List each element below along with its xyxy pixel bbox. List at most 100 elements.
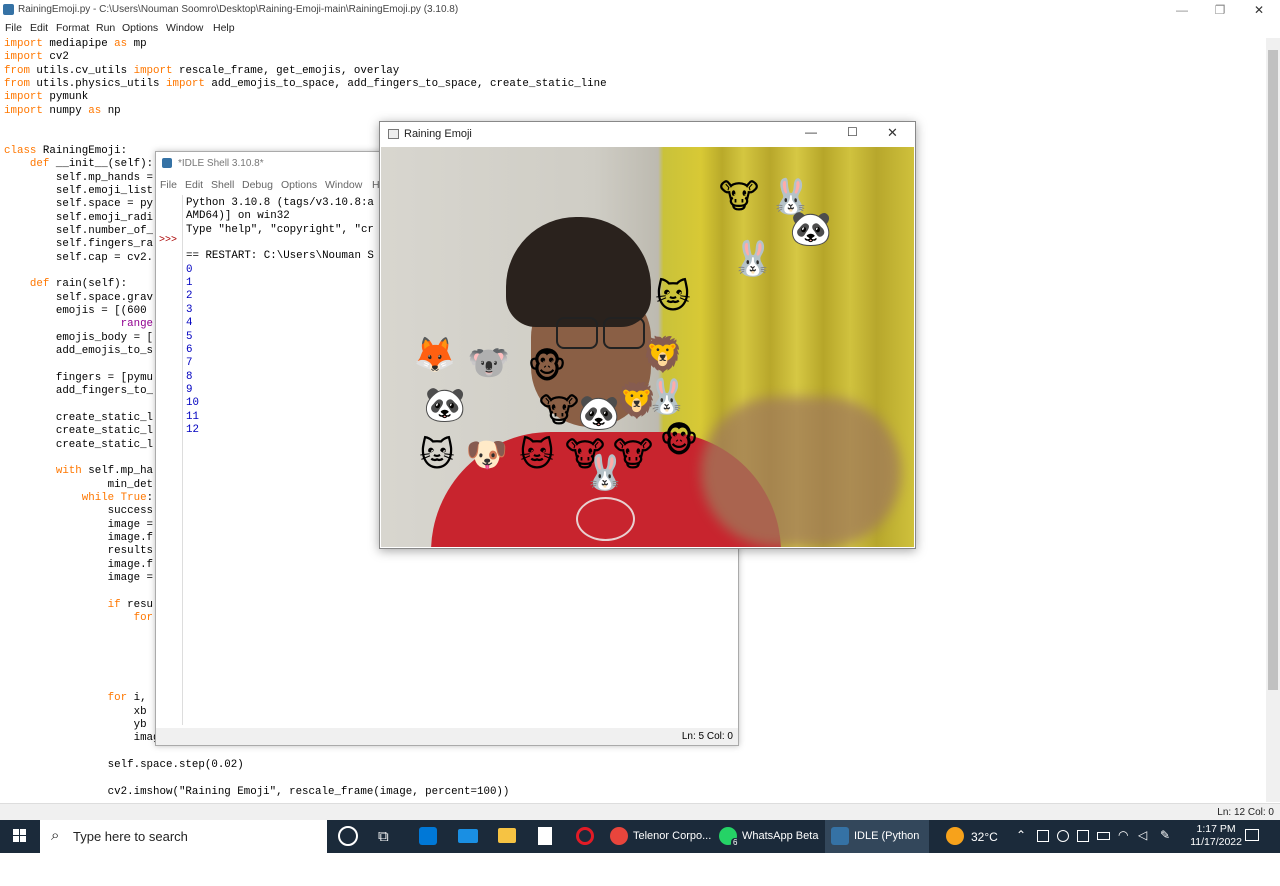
code-line[interactable]: image = [4,519,153,532]
editor-statusbar: Ln: 12 Col: 0 [0,803,1280,821]
shell-line: 0 [186,263,193,276]
code-line[interactable]: cv2.imshow("Raining Emoji", rescale_fram… [4,786,510,799]
code-line[interactable]: self.space = py [4,198,153,211]
menu-help[interactable]: Help [213,22,235,34]
taskbar-app-whatsapp[interactable]: WhatsApp Beta 6 [719,820,819,853]
code-line[interactable]: def __init__(self): [4,158,153,171]
close-icon[interactable]: ✕ [887,125,898,141]
code-line[interactable]: image = [4,572,153,585]
code-line[interactable]: create_static_l [4,412,153,425]
code-line[interactable]: import cv2 [4,51,69,64]
minimize-icon[interactable]: — [805,125,817,139]
code-line[interactable]: self.mp_hands = [4,172,153,185]
code-line[interactable]: self.cap = cv2. [4,252,153,265]
minimize-icon[interactable]: — [1163,0,1201,20]
restore-icon[interactable]: ❐ [1201,0,1239,20]
code-line[interactable]: import mediapipe as mp [4,38,147,51]
code-line[interactable]: for i, [4,692,147,705]
menu-run[interactable]: Run [96,22,115,34]
editor-scrollbar-thumb[interactable] [1268,50,1278,690]
code-line[interactable]: emojis_body = [ [4,332,153,345]
shell-menu-debug[interactable]: Debug [242,179,273,191]
code-line[interactable]: self.space.step(0.02) [4,759,244,772]
blank-document-icon[interactable] [538,827,552,845]
shell-menu-shell[interactable]: Shell [211,179,234,191]
maximize-icon[interactable]: ☐ [847,125,858,139]
tray-app-icon[interactable] [1037,830,1049,842]
pen-icon[interactable]: ✎ [1160,828,1170,842]
menu-format[interactable]: Format [56,22,89,34]
taskbar-app-idle[interactable]: IDLE (Python 3.... [825,820,929,875]
close-icon[interactable]: ✕ [1240,0,1278,20]
window-app-icon [388,129,399,139]
code-line[interactable]: import pymunk [4,91,88,104]
shell-menu-edit[interactable]: Edit [185,179,203,191]
battery-icon[interactable] [1097,832,1110,840]
code-line[interactable]: while True: [4,492,153,505]
cat-emoji: 🐱 [519,435,555,475]
code-line[interactable]: min_det [4,479,153,492]
code-line[interactable]: add_fingers_to_ [4,385,153,398]
code-line[interactable]: class RainingEmoji: [4,145,127,158]
shell-menu-file[interactable]: File [160,179,177,191]
menu-window[interactable]: Window [166,22,203,34]
code-line[interactable]: xb [4,706,147,719]
wifi-icon[interactable]: ◠ [1118,828,1128,842]
tray-security-icon[interactable] [1077,830,1089,842]
mail-icon[interactable] [458,829,478,843]
shell-line: 2 [186,290,193,303]
menu-options[interactable]: Options [122,22,158,34]
code-line[interactable]: with self.mp_ha [4,465,153,478]
volume-icon[interactable]: ◁ [1138,828,1147,842]
start-button[interactable] [0,820,40,853]
shell-line: 9 [186,383,193,396]
notifications-icon[interactable] [1245,829,1259,841]
code-line[interactable]: emojis = [(600 [4,305,147,318]
code-line[interactable]: fingers = [pymu [4,372,153,385]
store-icon[interactable] [419,827,437,845]
shell-menu-window[interactable]: Window [325,179,362,191]
code-line[interactable]: create_static_l [4,439,153,452]
code-line[interactable]: self.space.grav [4,292,153,305]
code-line[interactable]: range [4,318,153,331]
code-line[interactable]: from utils.cv_utils import rescale_frame… [4,65,399,78]
code-line[interactable]: add_emojis_to_s [4,345,153,358]
tray-camera-icon[interactable] [1057,830,1069,842]
koala-emoji: 🐨 [467,343,511,383]
code-line[interactable]: image.f [4,559,153,572]
taskbar-app-chrome[interactable]: Telenor Corpo... [610,820,715,853]
code-line[interactable]: success [4,505,153,518]
webcam-canvas: 🐮 🐰 🐼 🐰 🐱 🦊 🐨 🐵 🦁 🐼 🐮 🐼 🦁 🐰 🐱 🐶 🐱 🐮 🐮 🐵 🐰 [381,147,914,547]
code-line[interactable]: yb [4,719,147,732]
raining-emoji-window[interactable]: Raining Emoji — ☐ ✕ 🐮 🐰 🐼 🐰 🐱 🦊 🐨 🐵 🦁 🐼 🐮 🐼 🦁 🐰 🐱 🐶 🐱 🐮 🐮 🐵… [379,121,916,549]
cortana-icon[interactable] [338,826,358,846]
code-line[interactable]: self.number_of_ [4,225,153,238]
monkey-emoji: 🐵 [659,421,699,461]
code-line[interactable]: if resu [4,599,153,612]
code-line[interactable]: from utils.physics_utils import add_emoj… [4,78,607,91]
code-line[interactable]: def rain(self): [4,278,127,291]
weather-icon[interactable] [946,827,964,845]
menu-edit[interactable]: Edit [30,22,48,34]
menu-file[interactable]: File [5,22,22,34]
rabbit-emoji: 🐰 [583,453,627,493]
file-explorer-icon[interactable] [498,828,516,843]
opera-icon[interactable] [576,827,594,845]
task-view-icon[interactable]: ⧉ [378,828,389,845]
code-line[interactable]: import numpy as np [4,105,121,118]
shell-line-col: Ln: 5 Col: 0 [681,731,733,742]
editor-window-title: RainingEmoji.py - C:\Users\Nouman Soomro… [18,4,459,15]
taskbar-clock[interactable]: 1:17 PM 11/17/2022 [1190,823,1242,849]
weather-temp[interactable]: 32°C [971,830,998,844]
code-line[interactable]: self.fingers_ra [4,238,153,251]
code-line[interactable]: image.f [4,532,153,545]
show-hidden-icons-icon[interactable]: ⌃ [1016,828,1026,842]
code-line[interactable]: create_static_l [4,425,153,438]
code-line[interactable]: results [4,545,153,558]
shell-menu-options[interactable]: Options [281,179,317,191]
code-line[interactable]: for [4,612,153,625]
code-line[interactable]: self.emoji_list [4,185,153,198]
taskbar-search-box[interactable]: ⌕ Type here to search [40,820,327,853]
person-hair [506,217,651,327]
code-line[interactable]: self.emoji_radi [4,212,153,225]
